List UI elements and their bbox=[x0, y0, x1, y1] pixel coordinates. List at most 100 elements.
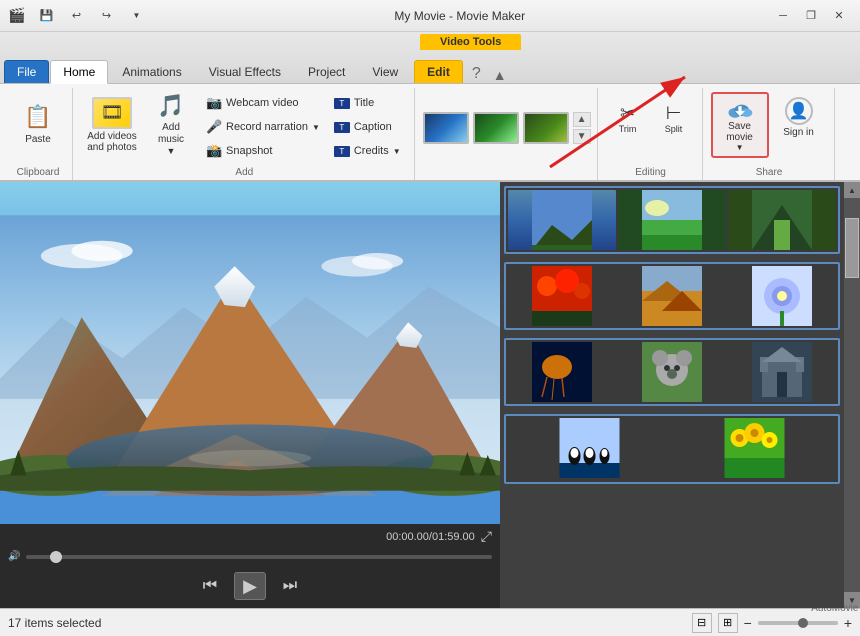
ribbon-help-btn[interactable]: ? bbox=[464, 65, 489, 83]
save-movie-icon bbox=[724, 98, 756, 121]
theme-scroll-down[interactable]: ▼ bbox=[573, 129, 591, 144]
rewind-btn[interactable]: ⏮ bbox=[194, 572, 226, 600]
ribbon-group-add: 🎞 Add videos and photos 🎵 Add music ▼ 📷 … bbox=[75, 88, 415, 180]
thumbnails-scroll[interactable] bbox=[500, 182, 844, 608]
add-text-btns: T Title T Caption T Credits ▼ bbox=[329, 92, 406, 162]
quick-save-btn[interactable]: 💾 bbox=[33, 5, 59, 27]
thumb-item-penguins[interactable] bbox=[508, 418, 671, 478]
tab-home[interactable]: Home bbox=[50, 60, 108, 84]
quick-redo-btn[interactable]: ↪ bbox=[93, 5, 119, 27]
paste-icon: 📋 bbox=[24, 104, 51, 130]
thumb-item-red-flowers[interactable] bbox=[508, 266, 616, 326]
snapshot-btn[interactable]: 📸 Snapshot bbox=[201, 140, 325, 162]
theme-scroll[interactable]: ▲ ▼ bbox=[573, 112, 591, 144]
narration-btn[interactable]: 🎤 Record narration ▼ bbox=[201, 116, 325, 138]
thumb-item-blue-flower[interactable] bbox=[728, 266, 836, 326]
thumb-item-jellyfish[interactable] bbox=[508, 342, 616, 402]
tab-edit[interactable]: Edit bbox=[414, 60, 463, 83]
add-music-btn[interactable]: 🎵 Add music ▼ bbox=[145, 92, 197, 158]
narration-icon: 🎤 bbox=[206, 119, 222, 135]
scrubber-row: 🔊 bbox=[8, 549, 492, 564]
scrubber-thumb[interactable] bbox=[50, 551, 62, 563]
automovie-content: ▲ ▼ bbox=[423, 88, 591, 164]
video-display bbox=[0, 182, 500, 524]
theme-thumb-3[interactable] bbox=[523, 112, 569, 144]
thumb-item-desert[interactable] bbox=[618, 266, 726, 326]
credits-btn[interactable]: T Credits ▼ bbox=[329, 140, 406, 162]
thumb-row-1 bbox=[504, 186, 840, 254]
title-icon: T bbox=[334, 98, 350, 109]
webcam-icon: 📷 bbox=[206, 95, 222, 111]
current-time: 00:00.00/01:59.00 bbox=[386, 531, 475, 543]
playback-controls: ⏮ ▶ ⏭ bbox=[8, 568, 492, 604]
volume-icon[interactable]: 🔊 bbox=[8, 551, 20, 562]
ribbon-group-clipboard: 📋 Paste Clipboard bbox=[4, 88, 73, 180]
main-content: 00:00.00/01:59.00 ⤢ 🔊 ⏮ ▶ ⏭ bbox=[0, 182, 860, 608]
fullscreen-icon[interactable]: ⤢ bbox=[481, 528, 492, 545]
thumb-row-3 bbox=[504, 338, 840, 406]
paste-btn[interactable]: 📋 Paste bbox=[12, 92, 64, 158]
tab-animations[interactable]: Animations bbox=[109, 60, 194, 83]
thumbnails-panel bbox=[500, 182, 844, 608]
theme-thumb-1[interactable] bbox=[423, 112, 469, 144]
tab-view[interactable]: View bbox=[359, 60, 411, 83]
add-music-icon: 🎵 bbox=[157, 93, 184, 119]
minimize-btn[interactable]: ─ bbox=[770, 5, 796, 27]
zoom-slider[interactable] bbox=[758, 621, 838, 625]
restore-btn[interactable]: ❐ bbox=[798, 5, 824, 27]
split-icon: ⊢ bbox=[666, 103, 682, 124]
scroll-up-btn[interactable]: ▲ bbox=[844, 182, 860, 198]
zoom-out-btn[interactable]: − bbox=[744, 615, 752, 631]
video-tools-label: Video Tools bbox=[420, 34, 521, 50]
add-content: 🎞 Add videos and photos 🎵 Add music ▼ 📷 … bbox=[83, 88, 406, 176]
thumb-item-sky-prev[interactable] bbox=[508, 190, 616, 250]
theme-scroll-up[interactable]: ▲ bbox=[573, 112, 591, 127]
ribbon-group-share: Save movie ▼ 👤 Sign in Share bbox=[705, 88, 835, 180]
play-btn[interactable]: ▶ bbox=[234, 572, 266, 600]
thumb-item-castle[interactable] bbox=[728, 342, 836, 402]
editing-content: ✂ Trim ⊢ Split bbox=[606, 92, 696, 140]
narration-dropdown-icon: ▼ bbox=[312, 123, 320, 132]
app-title: My Movie - Movie Maker bbox=[149, 9, 770, 23]
forward-btn[interactable]: ⏭ bbox=[274, 572, 306, 600]
close-btn[interactable]: ✕ bbox=[826, 5, 852, 27]
thumb-item-koala[interactable] bbox=[618, 342, 726, 402]
share-content: Save movie ▼ 👤 Sign in bbox=[711, 88, 828, 158]
thumbnails-scrollbar: ▲ ▼ bbox=[844, 182, 860, 608]
trim-btn[interactable]: ✂ Trim bbox=[606, 96, 650, 140]
tab-project[interactable]: Project bbox=[295, 60, 358, 83]
quick-access: 🎬 💾 ↩ ↪ ▼ bbox=[8, 5, 149, 27]
theme-thumb-2[interactable] bbox=[473, 112, 519, 144]
time-display-row: 00:00.00/01:59.00 ⤢ bbox=[8, 528, 492, 545]
sign-in-btn[interactable]: 👤 Sign in bbox=[773, 92, 825, 158]
timeline-scrubber[interactable] bbox=[26, 555, 492, 559]
ribbon-group-automovie: ▲ ▼ AutoMovie themes bbox=[417, 88, 598, 180]
ribbon-group-editing: ✂ Trim ⊢ Split Editing bbox=[600, 88, 703, 180]
webcam-btn[interactable]: 📷 Webcam video bbox=[201, 92, 325, 114]
split-btn[interactable]: ⊢ Split bbox=[652, 96, 696, 140]
clipboard-content: 📋 Paste bbox=[12, 88, 64, 176]
zoom-thumb[interactable] bbox=[798, 618, 808, 628]
zoom-in-btn[interactable]: + bbox=[844, 615, 852, 631]
save-movie-btn[interactable]: Save movie ▼ bbox=[711, 92, 769, 158]
tab-file[interactable]: File bbox=[4, 60, 49, 83]
thumb-item-green-field[interactable] bbox=[618, 190, 726, 250]
thumb-item-forest-path[interactable] bbox=[728, 190, 836, 250]
title-bar: 🎬 💾 ↩ ↪ ▼ My Movie - Movie Maker ─ ❐ ✕ bbox=[0, 0, 860, 32]
caption-btn[interactable]: T Caption bbox=[329, 116, 406, 138]
ribbon-collapse-btn[interactable]: ▲ bbox=[489, 67, 511, 83]
add-videos-btn[interactable]: 🎞 Add videos and photos bbox=[83, 92, 141, 158]
thumb-row-2 bbox=[504, 262, 840, 330]
window-controls: ─ ❐ ✕ bbox=[770, 5, 852, 27]
quick-undo-btn[interactable]: ↩ bbox=[63, 5, 89, 27]
save-movie-dropdown-icon: ▼ bbox=[736, 143, 744, 152]
quick-dropdown-btn[interactable]: ▼ bbox=[123, 5, 149, 27]
scroll-thumb[interactable] bbox=[845, 218, 859, 278]
video-controls: 00:00.00/01:59.00 ⤢ 🔊 ⏮ ▶ ⏭ bbox=[0, 524, 500, 608]
title-btn-ribbon[interactable]: T Title bbox=[329, 92, 406, 114]
credits-icon: T bbox=[334, 146, 350, 157]
scroll-track[interactable] bbox=[844, 198, 860, 592]
ribbon: 📋 Paste Clipboard 🎞 Add videos and photo… bbox=[0, 84, 860, 182]
tab-visual-effects[interactable]: Visual Effects bbox=[196, 60, 294, 83]
thumb-item-yellow-flowers[interactable] bbox=[673, 418, 836, 478]
